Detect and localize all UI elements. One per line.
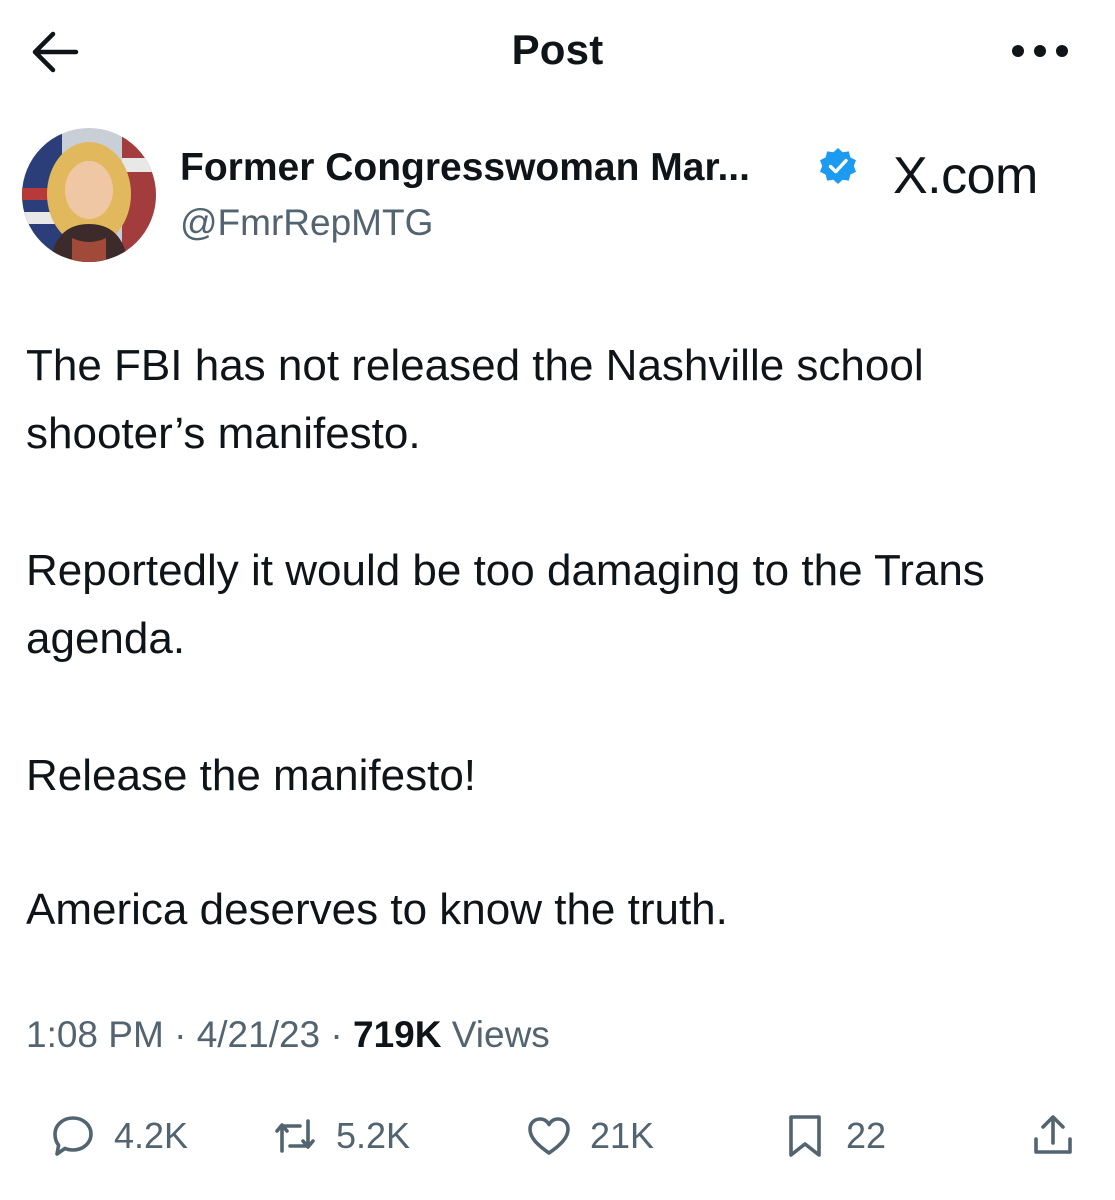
- more-dots-icon: [1012, 45, 1068, 57]
- post-text-paragraph: Reportedly it would be too damaging to t…: [26, 546, 985, 663]
- author-display-name[interactable]: Former Congresswoman Mar...: [180, 146, 750, 190]
- like-button[interactable]: 21K: [526, 1100, 654, 1172]
- verified-check-icon: [820, 148, 856, 184]
- views-label: Views: [451, 1014, 550, 1055]
- post-text-paragraph: The FBI has not released the Nashville s…: [26, 341, 924, 458]
- reply-count: 4.2K: [114, 1115, 189, 1156]
- post-page: Post Former Congresswoman Mar... @FmrRep…: [0, 0, 1115, 1200]
- meta-separator: ·: [174, 1014, 187, 1055]
- post-text-paragraph: America deserves to know the truth.: [26, 885, 728, 934]
- post-meta: 1:08 PM · 4/21/23 · 719K Views: [26, 1014, 550, 1056]
- action-bar: 4.2K 5.2K 21K 22: [0, 1100, 1115, 1180]
- bookmark-button[interactable]: 22: [782, 1100, 886, 1172]
- speech-bubble-icon: [53, 1116, 93, 1156]
- repost-button[interactable]: 5.2K: [272, 1100, 410, 1172]
- author-handle[interactable]: @FmrRepMTG: [180, 202, 433, 244]
- post-text-paragraph: Release the manifesto!: [26, 751, 477, 800]
- bookmark-icon: [789, 1115, 821, 1157]
- share-button[interactable]: [1030, 1100, 1076, 1172]
- post-date[interactable]: 4/21/23: [197, 1014, 320, 1055]
- repost-count: 5.2K: [336, 1115, 411, 1156]
- meta-separator: ·: [330, 1014, 343, 1055]
- reply-button[interactable]: 4.2K: [50, 1100, 188, 1172]
- bookmark-count: 22: [846, 1115, 887, 1156]
- repost-arrows-icon: [275, 1119, 315, 1153]
- heart-icon: [528, 1117, 570, 1155]
- more-options-button[interactable]: [1008, 40, 1072, 62]
- views-count: 719K: [353, 1014, 442, 1055]
- page-title: Post: [511, 26, 604, 73]
- top-bar: Post: [0, 0, 1115, 100]
- share-upload-icon: [1034, 1115, 1072, 1154]
- post-time[interactable]: 1:08 PM: [26, 1014, 164, 1055]
- source-watermark: X.com: [893, 147, 1038, 205]
- verified-badge: [818, 146, 858, 186]
- like-count: 21K: [590, 1115, 655, 1156]
- avatar[interactable]: [22, 128, 156, 262]
